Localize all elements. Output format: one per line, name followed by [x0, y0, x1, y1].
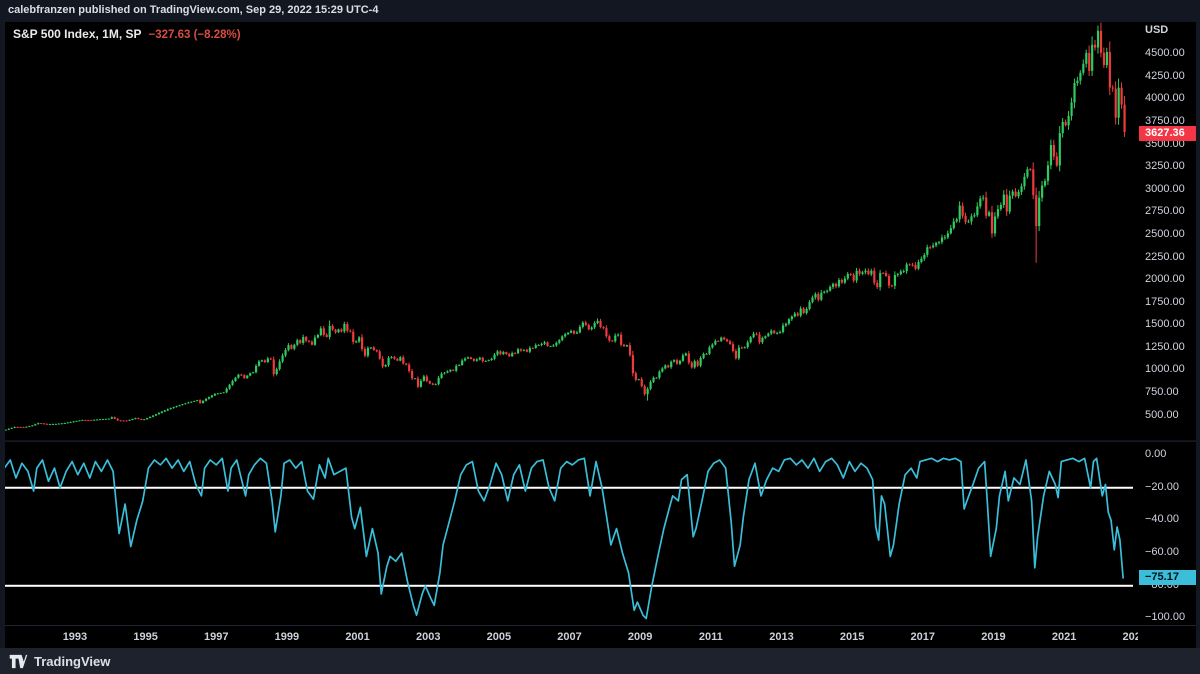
price-chart-canvas[interactable]: [5, 22, 1196, 648]
year-tick-label: 2013: [769, 631, 794, 643]
price-tick-label: 2750.00: [1145, 205, 1185, 218]
year-tick-label: 1997: [204, 631, 229, 643]
price-tick-label: 500.00: [1145, 408, 1179, 421]
price-change: −327.63 (−8.28%): [148, 29, 241, 41]
oscillator-tick-label: −40.00: [1145, 513, 1179, 526]
year-tick-label: 2009: [627, 631, 653, 643]
time-axis-labels: 1993 1995 1997 1999 2001 2003 2005 2007 2009 2011…: [5, 626, 1138, 649]
year-tick-label: 2011: [698, 631, 723, 643]
price-tick-label: 1750.00: [1145, 295, 1185, 308]
year-tick-label: 2001: [345, 631, 370, 643]
price-tick-label: 2000.00: [1145, 273, 1185, 286]
currency-label: USD: [1145, 24, 1169, 36]
last-price-badge: 3627.36: [1139, 125, 1196, 141]
year-tick-label: 2021: [1051, 631, 1077, 643]
year-tick-label: 2007: [557, 631, 582, 643]
price-tick-label: 3000.00: [1145, 182, 1185, 195]
tradingview-footer: TradingView: [0, 648, 1200, 674]
time-axis[interactable]: 1993 1995 1997 1999 2001 2003 2005 2007 2009 2011…: [5, 625, 1196, 648]
price-tick-label: 4500.00: [1145, 47, 1185, 60]
oscillator-tick-label: −20.00: [1145, 480, 1179, 493]
tradingview-link[interactable]: TradingView: [9, 654, 110, 669]
price-tick-label: 750.00: [1145, 386, 1179, 399]
year-tick-label: 2005: [486, 631, 512, 643]
year-tick-label: 2023: [1122, 631, 1138, 643]
tradingview-brand: TradingView: [34, 653, 111, 669]
price-tick-label: 2500.00: [1145, 227, 1185, 240]
symbol-title[interactable]: S&P 500 Index, 1M, SP: [13, 27, 142, 41]
price-tick-label: 4000.00: [1145, 92, 1185, 105]
price-tick-label: 1250.00: [1145, 340, 1185, 353]
year-tick-label: 1993: [62, 631, 88, 643]
price-tick-label: 2250.00: [1145, 250, 1185, 263]
oscillator-tick-label: −60.00: [1145, 546, 1179, 559]
year-tick-label: 2015: [839, 631, 865, 643]
published-chart-page: calebfranzen published on TradingView.co…: [0, 0, 1200, 674]
year-tick-label: 1999: [274, 631, 300, 643]
price-axis[interactable]: USD 3627.36 −75.17 4500.00 4250.00 4000.00…: [1133, 22, 1196, 625]
chart-legend: S&P 500 Index, 1M, SP −327.63 (−8.28%): [13, 27, 241, 41]
price-tick-label: 3250.00: [1145, 160, 1185, 173]
tradingview-logo-icon: [9, 654, 28, 668]
price-tick-label: 1500.00: [1145, 318, 1185, 331]
year-tick-label: 2003: [415, 631, 441, 643]
oscillator-tick-label: −100.00: [1145, 611, 1186, 624]
publish-info: calebfranzen published on TradingView.co…: [8, 4, 379, 16]
year-tick-label: 1995: [133, 631, 158, 643]
chart-widget: S&P 500 Index, 1M, SP −327.63 (−8.28%) US…: [5, 22, 1196, 648]
price-tick-label: 1000.00: [1145, 363, 1185, 376]
publish-header: calebfranzen published on TradingView.co…: [0, 0, 1200, 21]
oscillator-tick-label: 0.00: [1145, 448, 1167, 461]
year-tick-label: 2019: [981, 631, 1006, 643]
price-tick-label: 4250.00: [1145, 69, 1185, 82]
year-tick-label: 2017: [910, 631, 936, 643]
oscillator-value-badge: −75.17: [1139, 570, 1196, 586]
